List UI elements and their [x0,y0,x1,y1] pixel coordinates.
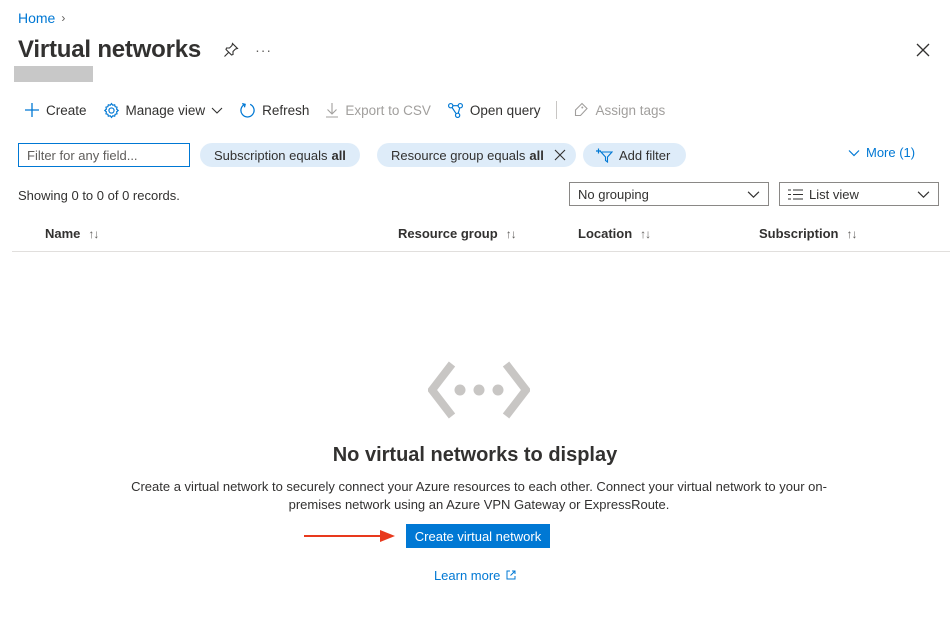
refresh-label: Refresh [262,102,310,118]
learn-more-label: Learn more [433,568,501,583]
download-icon [326,103,339,118]
command-bar: Create Manage view Refresh Export to CSV… [24,98,681,122]
column-location-label: Location [578,226,633,241]
sort-icon: ↑↓ [505,226,517,241]
plus-icon [25,103,39,117]
column-resource-group-label: Resource group [398,226,498,241]
learn-more-link[interactable]: Learn more [0,568,950,583]
virtual-network-icon [428,361,530,419]
grouping-selected: No grouping [578,186,649,202]
view-selected: List view [809,186,859,202]
subscription-filter-label: Subscription equals [214,147,328,163]
assign-tags-label: Assign tags [595,102,666,118]
more-options-icon[interactable]: ··· [255,42,272,58]
subscription-filter-pill[interactable]: Subscription equals all [200,143,360,167]
column-name-label: Name [45,226,81,241]
open-query-label: Open query [469,102,541,118]
column-subscription-label: Subscription [759,226,839,241]
column-header-subscription[interactable]: Subscription ↑↓ [759,226,857,241]
page-title: Virtual networks [18,36,202,63]
view-dropdown[interactable]: List view [779,182,939,206]
annotation-arrow-icon [304,530,395,542]
breadcrumb: Home › [18,10,65,26]
export-csv-button[interactable]: Export to CSV [325,102,431,118]
toolbar-divider [556,101,558,119]
manage-view-button[interactable]: Manage view [103,102,224,119]
chevron-down-icon [848,149,860,156]
tag-icon [575,102,589,117]
chevron-down-icon [917,190,930,198]
grid-header: Name ↑↓ Resource group ↑↓ Location ↑↓ Su… [12,222,950,252]
breadcrumb-home-link[interactable]: Home [18,10,55,26]
list-view-icon [788,189,803,199]
resource-group-filter-pill[interactable]: Resource group equals all [377,143,576,167]
export-csv-label: Export to CSV [345,102,431,118]
open-query-button[interactable]: Open query [447,102,541,119]
add-filter-icon [596,148,613,163]
external-link-icon [506,570,516,580]
title-row: Virtual networks ··· [18,36,272,64]
filter-input[interactable] [18,143,190,167]
chevron-down-icon [211,107,223,114]
sort-icon: ↑↓ [640,226,651,241]
redacted-subtitle [14,66,93,82]
view-dropdown-content: List view [788,187,859,202]
remove-filter-icon[interactable] [554,149,566,161]
resource-group-filter-label: Resource group equals [391,147,526,163]
assign-tags-button[interactable]: Assign tags [573,102,665,118]
add-filter-label: Add filter [619,147,671,163]
resource-group-filter-value: all [529,147,544,163]
create-button-label: Create [46,102,87,118]
sort-icon: ↑↓ [846,226,857,241]
grouping-dropdown[interactable]: No grouping [569,182,769,206]
add-filter-button[interactable]: Add filter [583,143,687,167]
records-count: Showing 0 to 0 of 0 records. [18,188,180,203]
empty-state-description: Create a virtual network to securely con… [131,479,827,512]
more-filters-toggle[interactable]: More (1) [848,145,915,160]
query-graph-icon [447,102,463,118]
create-virtual-network-button[interactable]: Create virtual network [406,524,550,548]
column-header-resource-group[interactable]: Resource group ↑↓ [398,226,517,241]
column-header-name[interactable]: Name ↑↓ [45,226,99,241]
sort-icon: ↑↓ [88,226,99,241]
create-button[interactable]: Create [24,102,87,118]
empty-state-title: No virtual networks to display [332,444,618,466]
gear-icon [103,102,119,118]
refresh-icon [240,102,255,118]
refresh-button[interactable]: Refresh [239,102,309,119]
more-filters-label: More (1) [866,145,916,160]
pin-icon[interactable] [223,42,239,58]
column-header-location[interactable]: Location ↑↓ [578,226,651,241]
subscription-filter-value: all [331,147,346,163]
manage-view-label: Manage view [125,102,206,118]
close-icon[interactable] [916,43,930,57]
chevron-right-icon: › [61,11,66,25]
chevron-down-icon [747,190,760,198]
